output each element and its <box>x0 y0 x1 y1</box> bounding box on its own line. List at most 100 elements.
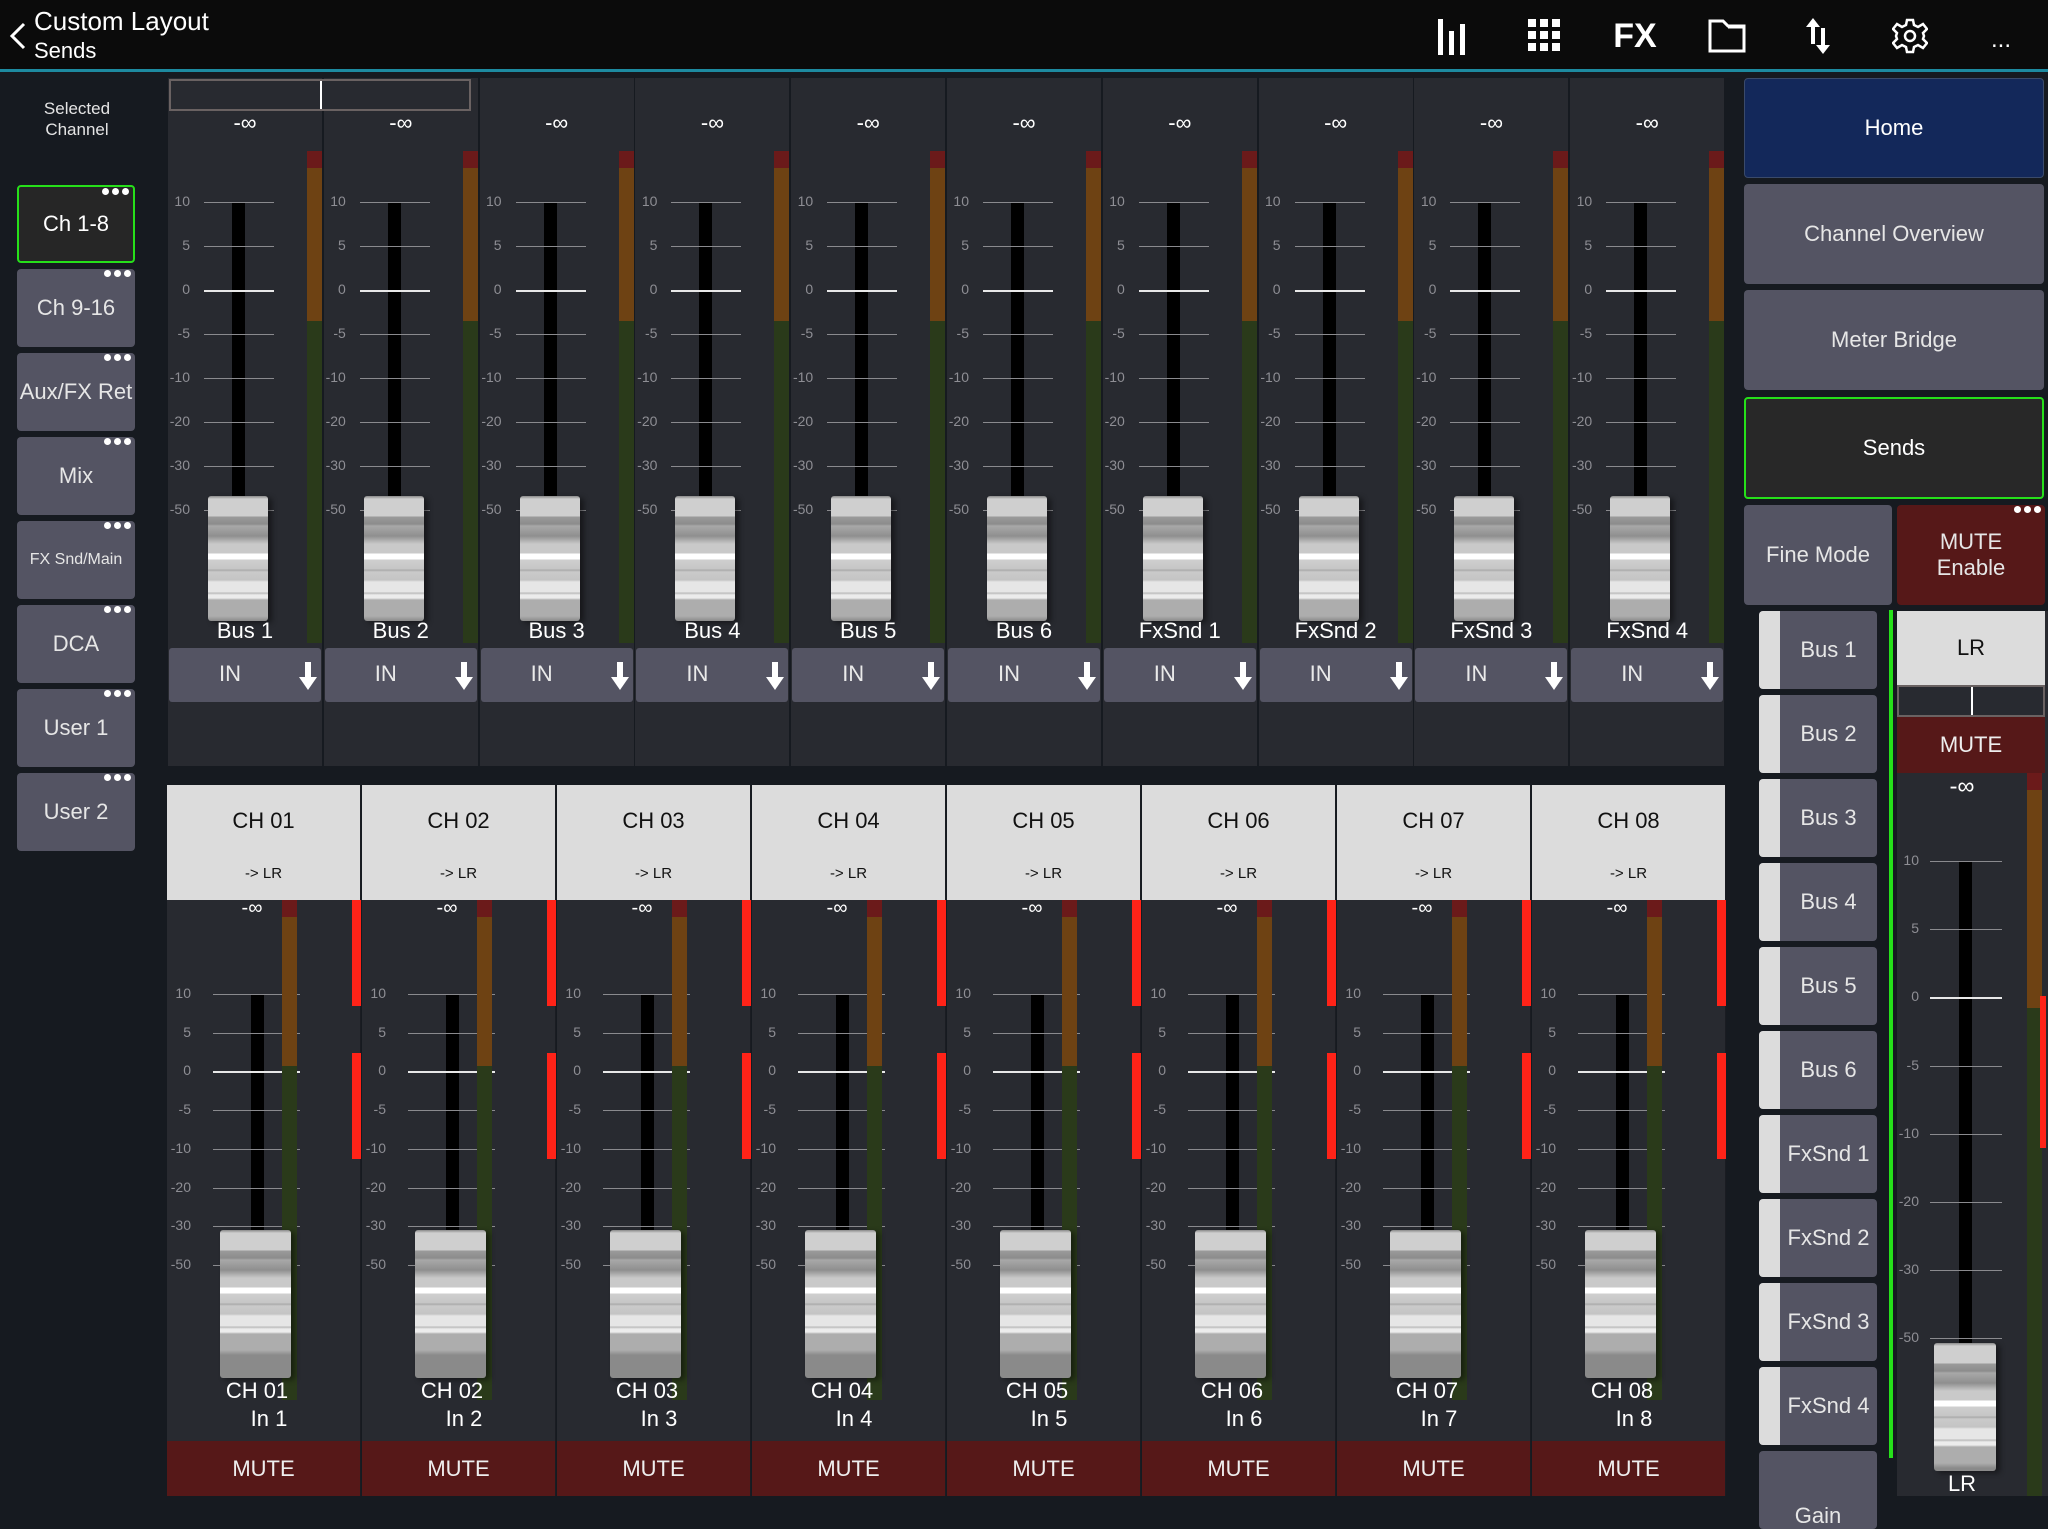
channel-header[interactable]: CH 03 -> LR <box>557 785 750 900</box>
more-button[interactable]: ... <box>1976 12 2026 60</box>
folder-button[interactable] <box>1702 12 1752 60</box>
tap-point-button[interactable]: IN <box>1259 648 1412 702</box>
scale-label: -10 <box>1340 1139 1361 1156</box>
back-button[interactable] <box>6 18 30 54</box>
sidebar-item-fx-snd-main[interactable]: FX Snd/Main <box>17 521 135 599</box>
more-options-icon[interactable] <box>104 270 131 277</box>
bus-select-bus-4[interactable]: Bus 4 <box>1759 863 1877 941</box>
send-fader[interactable] <box>831 496 892 621</box>
nav-home-button[interactable]: Home <box>1744 78 2044 178</box>
scale-tick <box>827 378 898 379</box>
pan-control[interactable] <box>169 79 471 111</box>
send-fader[interactable] <box>208 496 268 621</box>
channel-fader[interactable] <box>805 1230 876 1378</box>
fx-button[interactable]: FX <box>1610 12 1660 60</box>
sidebar-item-label: User 1 <box>43 715 109 740</box>
channel-fader[interactable] <box>1195 1230 1266 1378</box>
bus-select-bus-6[interactable]: Bus 6 <box>1759 1031 1877 1109</box>
channel-header[interactable]: CH 01 -> LR <box>167 785 360 900</box>
bus-select-gain[interactable]: Gain <box>1759 1451 1877 1529</box>
send-fader[interactable] <box>675 496 736 621</box>
main-lr-header[interactable]: LR <box>1897 611 2045 685</box>
send-fader[interactable] <box>1298 496 1359 621</box>
scale-label: -5 <box>1348 1101 1361 1118</box>
send-fader[interactable] <box>987 496 1047 621</box>
send-fader[interactable] <box>363 496 424 621</box>
main-pan-control[interactable] <box>1897 685 2045 717</box>
main-fader[interactable] <box>1934 1343 1996 1471</box>
fine-mode-button[interactable]: Fine Mode <box>1744 505 1892 605</box>
more-options-icon[interactable] <box>104 690 131 697</box>
bus-select-fxsnd-1[interactable]: FxSnd 1 <box>1759 1115 1877 1193</box>
scale-tick <box>671 246 742 247</box>
tap-point-button[interactable]: IN <box>636 648 789 702</box>
sidebar-item-user-1[interactable]: User 1 <box>17 689 135 767</box>
tap-point-button[interactable]: IN <box>480 648 633 702</box>
sidebar-item-mix[interactable]: Mix <box>17 437 135 515</box>
more-options-icon[interactable] <box>104 354 131 361</box>
more-options-icon[interactable] <box>104 522 131 529</box>
tap-point-button[interactable]: IN <box>1103 648 1256 702</box>
sidebar-item-ch-1-8[interactable]: Ch 1-8 <box>17 185 135 263</box>
main-mute-button[interactable]: MUTE <box>1897 717 2045 773</box>
tap-point-button[interactable]: IN <box>324 648 477 702</box>
level-meter-clip <box>477 900 492 917</box>
tap-point-button[interactable]: IN <box>1415 648 1568 702</box>
mute-button[interactable]: MUTE <box>1337 1441 1530 1496</box>
bus-select-fxsnd-4[interactable]: FxSnd 4 <box>1759 1367 1877 1445</box>
more-options-icon[interactable] <box>2014 506 2041 513</box>
bus-select-fxsnd-2[interactable]: FxSnd 2 <box>1759 1199 1877 1277</box>
tap-point-button[interactable]: IN <box>792 648 945 702</box>
channel-header[interactable]: CH 02 -> LR <box>362 785 555 900</box>
channel-header[interactable]: CH 04 -> LR <box>752 785 945 900</box>
more-options-icon[interactable] <box>104 774 131 781</box>
bus-select-bus-5[interactable]: Bus 5 <box>1759 947 1877 1025</box>
channel-fader[interactable] <box>1585 1230 1656 1378</box>
grid-button[interactable] <box>1519 12 1569 60</box>
bus-select-bus-1[interactable]: Bus 1 <box>1759 611 1877 689</box>
channel-header[interactable]: CH 07 -> LR <box>1337 785 1530 900</box>
channel-header-name: CH 05 <box>1012 808 1075 833</box>
mute-button[interactable]: MUTE <box>167 1441 360 1496</box>
mute-button[interactable]: MUTE <box>362 1441 555 1496</box>
tap-point-label: IN <box>1465 661 1488 686</box>
sidebar-item-dca[interactable]: DCA <box>17 605 135 683</box>
send-fader[interactable] <box>1142 496 1203 621</box>
mute-button[interactable]: MUTE <box>1142 1441 1335 1496</box>
channel-header[interactable]: CH 06 -> LR <box>1142 785 1335 900</box>
mute-enable-button[interactable]: MUTE Enable <box>1897 505 2045 605</box>
channel-header[interactable]: CH 08 -> LR <box>1532 785 1725 900</box>
tap-point-button[interactable]: IN <box>1571 648 1724 702</box>
transfer-button[interactable] <box>1793 12 1843 60</box>
bus-select-fxsnd-3[interactable]: FxSnd 3 <box>1759 1283 1877 1361</box>
mute-button[interactable]: MUTE <box>947 1441 1140 1496</box>
mute-button[interactable]: MUTE <box>557 1441 750 1496</box>
tap-point-button[interactable]: IN <box>948 648 1100 702</box>
channel-fader[interactable] <box>1390 1230 1461 1378</box>
channel-fader[interactable] <box>610 1230 681 1378</box>
more-options-icon[interactable] <box>102 188 129 195</box>
channel-fader[interactable] <box>220 1230 291 1378</box>
sidebar-item-aux-fx-ret[interactable]: Aux/FX Ret <box>17 353 135 431</box>
channel-header[interactable]: CH 05 -> LR <box>947 785 1140 900</box>
sidebar-item-ch-9-16[interactable]: Ch 9-16 <box>17 269 135 347</box>
bus-select-bus-3[interactable]: Bus 3 <box>1759 779 1877 857</box>
send-fader[interactable] <box>1610 496 1671 621</box>
settings-button[interactable] <box>1885 12 1935 60</box>
send-fader[interactable] <box>1454 496 1515 621</box>
nav-sends-button[interactable]: Sends <box>1744 397 2044 499</box>
nav-meter-bridge-button[interactable]: Meter Bridge <box>1744 290 2044 390</box>
send-fader[interactable] <box>519 496 580 621</box>
channel-fader[interactable] <box>415 1230 486 1378</box>
tap-point-button[interactable]: IN <box>169 648 321 702</box>
more-options-icon[interactable] <box>104 606 131 613</box>
nav-channel-overview-button[interactable]: Channel Overview <box>1744 184 2044 284</box>
scale-tick <box>1450 378 1521 379</box>
sidebar-item-user-2[interactable]: User 2 <box>17 773 135 851</box>
more-options-icon[interactable] <box>104 438 131 445</box>
mute-button[interactable]: MUTE <box>1532 1441 1725 1496</box>
channel-fader[interactable] <box>1000 1230 1071 1378</box>
mute-button[interactable]: MUTE <box>752 1441 945 1496</box>
bus-select-bus-2[interactable]: Bus 2 <box>1759 695 1877 773</box>
meters-button[interactable] <box>1428 12 1478 60</box>
